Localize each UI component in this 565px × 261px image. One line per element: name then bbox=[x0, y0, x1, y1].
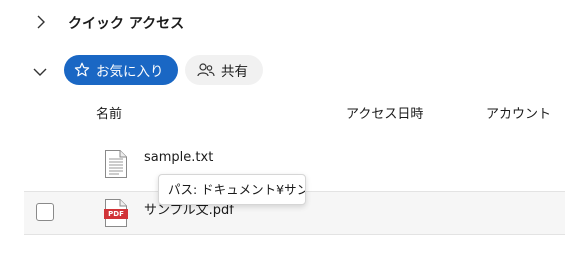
column-header-name[interactable]: 名前 bbox=[96, 103, 122, 122]
favorites-filter-button[interactable]: お気に入り bbox=[64, 55, 178, 85]
file-name[interactable]: sample.txt bbox=[144, 150, 213, 165]
shared-filter-button[interactable]: 共有 bbox=[185, 55, 263, 85]
chevron-right-icon[interactable] bbox=[35, 14, 47, 33]
chevron-down-icon[interactable] bbox=[32, 63, 48, 82]
column-header-account[interactable]: アカウント bbox=[486, 103, 551, 122]
row-checkbox[interactable] bbox=[36, 203, 54, 221]
text-file-icon bbox=[104, 149, 128, 183]
shared-filter-label: 共有 bbox=[221, 64, 248, 80]
path-tooltip: パス: ドキュメント¥サンプル bbox=[158, 174, 306, 205]
column-header-accessed[interactable]: アクセス日時 bbox=[346, 103, 423, 122]
people-icon bbox=[197, 62, 215, 78]
quick-access-title[interactable]: クイック アクセス bbox=[68, 13, 184, 33]
pdf-file-icon: PDF bbox=[104, 198, 128, 232]
star-icon bbox=[74, 62, 90, 78]
pdf-badge-label: PDF bbox=[108, 210, 124, 218]
favorites-filter-label: お気に入り bbox=[96, 64, 164, 80]
